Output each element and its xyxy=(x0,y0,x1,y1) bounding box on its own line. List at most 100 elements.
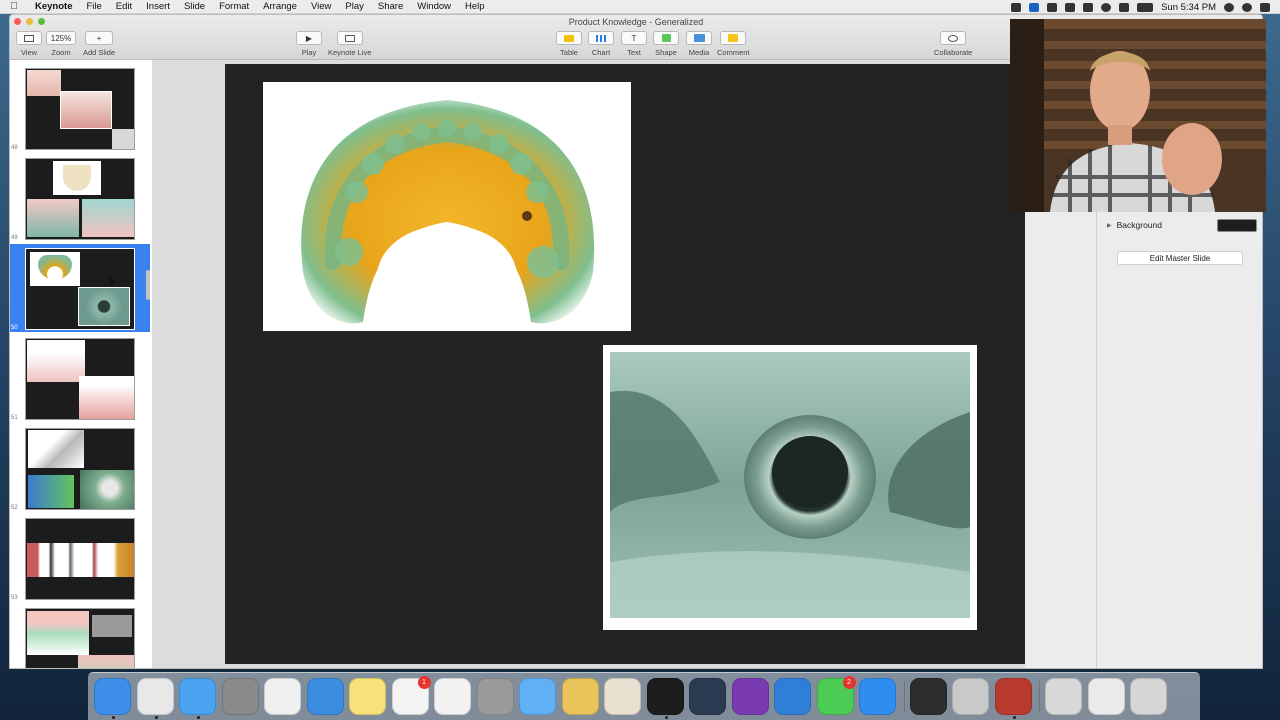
final-cut-icon[interactable] xyxy=(909,678,947,715)
play-tool: ▶ Play xyxy=(296,31,322,57)
slide-thumbnail[interactable]: 48 xyxy=(10,64,150,152)
comment-button[interactable] xyxy=(720,31,747,45)
downloads-stack-icon[interactable] xyxy=(1045,678,1082,715)
menu-insert[interactable]: Insert xyxy=(139,1,177,12)
quicktime-icon[interactable] xyxy=(689,678,726,715)
navigator-scrollbar[interactable] xyxy=(146,270,150,300)
chrome-icon[interactable] xyxy=(136,678,174,719)
dental-impression-image[interactable] xyxy=(263,82,631,331)
background-label: Background xyxy=(1116,220,1162,230)
reminders-icon[interactable]: 1 xyxy=(391,676,431,715)
cloud-icon[interactable] xyxy=(1047,2,1058,12)
menu-play[interactable]: Play xyxy=(338,1,370,12)
current-slide[interactable] xyxy=(225,64,1025,664)
presenter-video xyxy=(1010,19,1266,212)
running-indicator xyxy=(664,716,668,719)
volume-icon[interactable] xyxy=(1119,2,1130,12)
background-color-well[interactable] xyxy=(1217,219,1257,232)
edit-master-slide-button[interactable]: Edit Master Slide xyxy=(1117,251,1243,265)
wifi-icon[interactable] xyxy=(1101,2,1112,12)
slide-thumbnail[interactable]: 49 xyxy=(10,154,150,242)
keynote-live-label: Keynote Live xyxy=(328,48,372,57)
menu-window[interactable]: Window xyxy=(410,1,458,12)
menu-extra-icon[interactable] xyxy=(1065,2,1076,12)
notification-center-icon[interactable] xyxy=(1260,2,1270,12)
slide-thumbnail[interactable]: 51 xyxy=(10,334,150,422)
play-icon: ▶ xyxy=(305,33,313,43)
text-button[interactable]: T xyxy=(621,31,647,45)
facetime-icon[interactable]: 2 xyxy=(816,676,856,715)
onedrive-icon[interactable] xyxy=(774,678,811,715)
implant-closeup-frame[interactable] xyxy=(603,345,977,630)
battery-icon[interactable] xyxy=(1137,2,1154,12)
notification-badge: 1 xyxy=(417,676,431,689)
folder-stack-icon[interactable] xyxy=(1087,678,1125,715)
menu-format[interactable]: Format xyxy=(212,1,256,12)
dental-impression-graphic xyxy=(263,82,631,331)
menu-share[interactable]: Share xyxy=(371,1,410,12)
slide-number: 49 xyxy=(11,235,18,241)
comment-tool: Comment xyxy=(717,31,750,57)
menu-app-name[interactable]: Keynote xyxy=(28,1,79,12)
menu-help[interactable]: Help xyxy=(458,1,492,12)
disclosure-triangle-icon[interactable]: ▶ xyxy=(1107,222,1112,229)
pineapple-app-icon[interactable] xyxy=(561,678,599,715)
view-button[interactable] xyxy=(16,31,42,45)
slide-thumbnail-selected[interactable]: 50 xyxy=(10,244,150,332)
menu-file[interactable]: File xyxy=(79,1,108,12)
screen-record-icon[interactable] xyxy=(1011,2,1022,12)
app-store-icon[interactable] xyxy=(859,678,896,715)
onenote-icon[interactable] xyxy=(731,678,769,715)
slide-thumbnail-image xyxy=(25,158,135,240)
text-icon: T xyxy=(631,33,637,43)
dock-separator xyxy=(1039,681,1040,713)
zoom-select[interactable]: 125% xyxy=(46,31,76,45)
clock[interactable]: Sun 5:34 PM xyxy=(1161,2,1216,13)
apple-menu-icon[interactable]:  xyxy=(0,1,28,12)
slide-thumbnail[interactable]: 54 xyxy=(10,604,150,668)
background-row[interactable]: ▶ Background xyxy=(1107,218,1257,232)
slide-number: 50 xyxy=(11,325,18,331)
menu-slide[interactable]: Slide xyxy=(177,1,212,12)
photo-booth-icon[interactable] xyxy=(994,678,1032,719)
chart-button[interactable] xyxy=(588,31,614,45)
safari-icon[interactable] xyxy=(306,678,344,715)
add-slide-button[interactable]: + xyxy=(85,31,114,45)
chart-label: Chart xyxy=(591,48,611,57)
kindle-icon[interactable] xyxy=(646,678,684,719)
finder-icon[interactable] xyxy=(94,678,131,719)
dropbox-icon[interactable] xyxy=(1029,2,1040,12)
bluetooth-icon[interactable] xyxy=(1083,2,1094,12)
messages-icon[interactable] xyxy=(519,678,556,715)
slide-thumbnail[interactable]: 53 xyxy=(10,514,150,602)
itunes-icon[interactable] xyxy=(264,678,301,715)
shape-button[interactable] xyxy=(653,31,679,45)
collaborate-button[interactable] xyxy=(940,31,967,45)
menu-view[interactable]: View xyxy=(304,1,338,12)
notes-icon[interactable] xyxy=(349,678,386,715)
table-button[interactable] xyxy=(556,31,582,45)
comment-label: Comment xyxy=(717,48,750,57)
play-button[interactable]: ▶ xyxy=(296,31,322,45)
slide-navigator[interactable]: 48 49 50 51 52 53 xyxy=(10,60,153,668)
media-button[interactable] xyxy=(686,31,712,45)
trash-icon[interactable] xyxy=(1130,678,1167,715)
slide-thumbnail[interactable]: 52 xyxy=(10,424,150,512)
spotlight-icon[interactable] xyxy=(1224,2,1234,12)
dock: 12 xyxy=(88,672,1200,720)
menu-arrange[interactable]: Arrange xyxy=(256,1,304,12)
keynote-icon[interactable] xyxy=(179,678,216,719)
menu-edit[interactable]: Edit xyxy=(109,1,139,12)
user-icon[interactable] xyxy=(1242,2,1252,12)
screenshot-icon[interactable] xyxy=(476,678,514,715)
table-tool: Table xyxy=(556,31,582,57)
photos-icon[interactable] xyxy=(434,678,471,715)
implant-closeup-image xyxy=(610,352,970,618)
zoom-tool: 125% Zoom xyxy=(46,31,76,57)
implant-closeup-graphic xyxy=(610,352,970,618)
camera-app-icon[interactable] xyxy=(952,678,989,715)
preview-icon[interactable] xyxy=(604,678,641,715)
system-preferences-icon[interactable] xyxy=(221,678,259,715)
keynote-live-button[interactable] xyxy=(336,31,363,45)
slide-canvas[interactable] xyxy=(153,60,1025,668)
